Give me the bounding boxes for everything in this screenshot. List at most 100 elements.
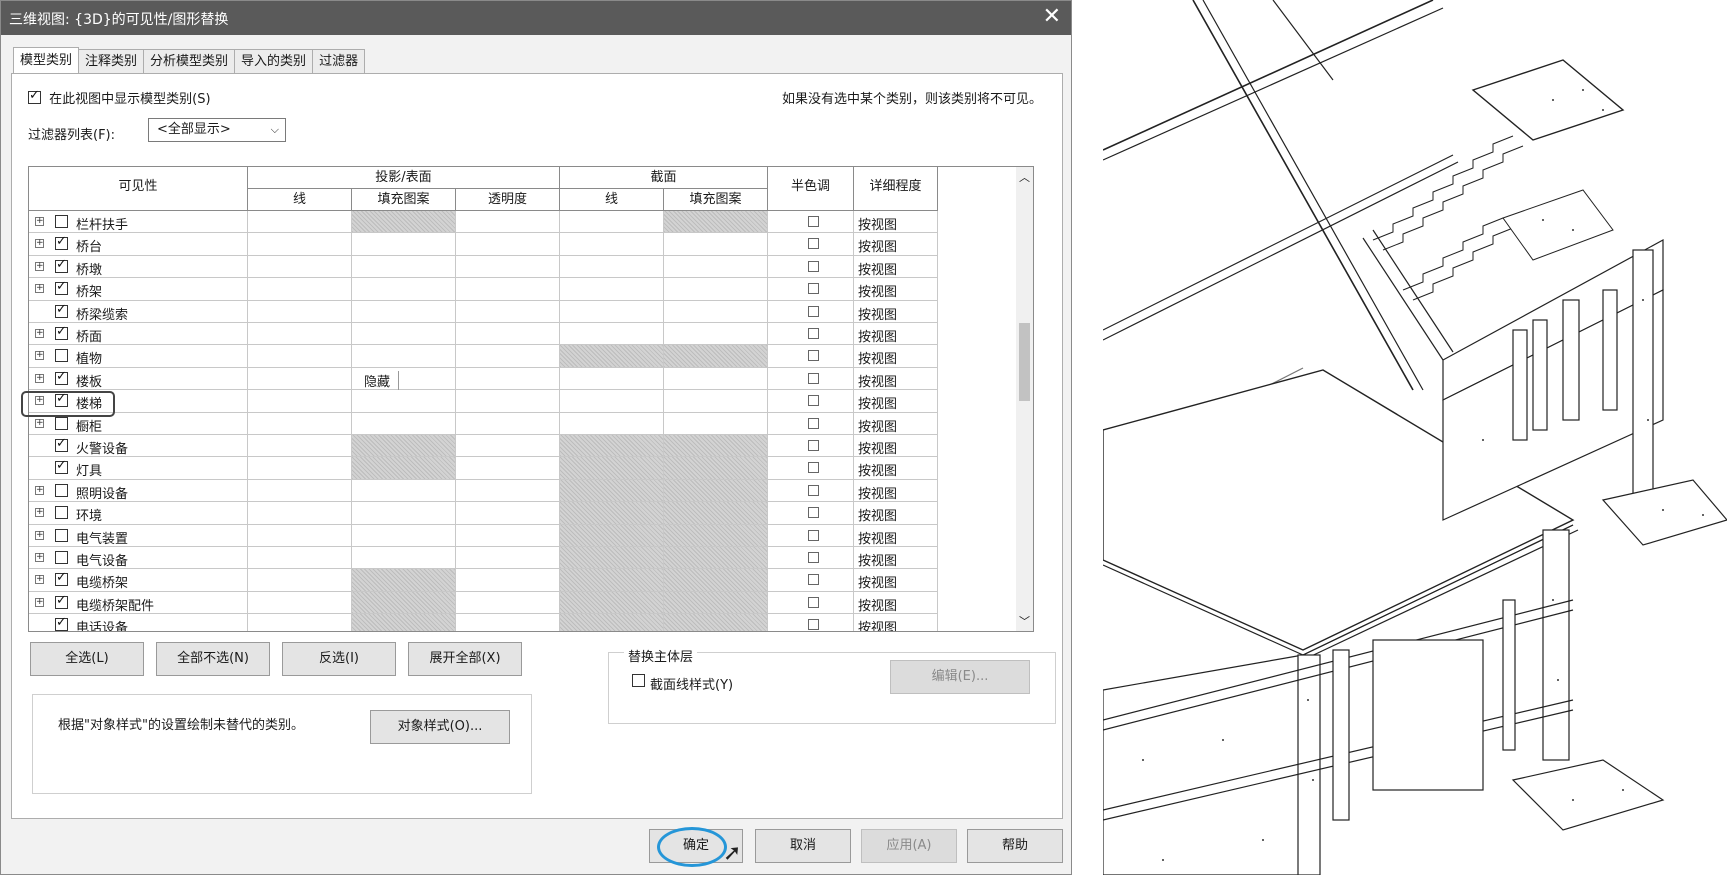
grid-cell-pl[interactable]	[248, 614, 352, 631]
grid-cell-pl[interactable]	[248, 233, 352, 256]
halftone-checkbox[interactable]	[808, 305, 819, 317]
grid-cell-pf[interactable]	[352, 457, 456, 480]
grid-cell-tr[interactable]	[456, 255, 560, 279]
visibility-cell[interactable]: + 电气装置	[29, 524, 248, 547]
grid-cell-half[interactable]	[768, 524, 854, 547]
grid-cell-pf[interactable]	[352, 502, 456, 525]
visibility-cell[interactable]: + 照明设备	[29, 479, 248, 503]
grid-cell-half[interactable]	[768, 569, 854, 592]
halftone-checkbox[interactable]	[808, 328, 819, 339]
grid-cell-sf[interactable]	[664, 524, 768, 547]
table-row[interactable]: + 桥台 按视图	[29, 233, 1031, 256]
tab-analytical-model-categories[interactable]: 分析模型类别	[143, 49, 236, 73]
grid-cell-pl[interactable]	[248, 211, 352, 234]
grid-cell-pl[interactable]	[248, 435, 352, 458]
halftone-checkbox[interactable]	[808, 552, 819, 563]
grid-cell-tr[interactable]	[456, 435, 560, 458]
grid-cell-pf[interactable]	[352, 278, 456, 301]
object-styles-button[interactable]: 对象样式(O)...	[370, 710, 510, 744]
table-row[interactable]: 灯具 按视图	[29, 457, 1031, 480]
grid-cell-sl[interactable]	[560, 211, 664, 234]
halftone-checkbox[interactable]	[808, 507, 819, 519]
grid-cell-pl[interactable]	[248, 547, 352, 570]
grid-cell-sf[interactable]	[664, 345, 768, 368]
grid-cell-pl[interactable]	[248, 390, 352, 413]
grid-cell-pl[interactable]	[248, 524, 352, 547]
visibility-cell[interactable]: + 楼板	[29, 367, 248, 391]
visibility-cell[interactable]: 火警设备	[29, 435, 248, 458]
table-row[interactable]: +楼梯按视图	[29, 390, 1031, 413]
category-checkbox[interactable]	[55, 349, 68, 363]
table-row[interactable]: + 电气装置 按视图	[29, 524, 1031, 547]
grid-cell-detail[interactable]: 按视图	[854, 345, 938, 368]
grid-cell-tr[interactable]	[456, 390, 560, 413]
grid-cell-half[interactable]	[768, 255, 854, 279]
grid-cell-detail[interactable]: 按视图	[854, 367, 938, 391]
grid-cell-tr[interactable]	[456, 300, 560, 323]
halftone-checkbox[interactable]	[808, 440, 819, 451]
grid-cell-half[interactable]	[768, 457, 854, 480]
visibility-cell[interactable]: + 桥面	[29, 323, 248, 346]
expand-icon[interactable]: +	[35, 485, 44, 495]
grid-cell-pf[interactable]	[352, 591, 456, 615]
expand-icon[interactable]: +	[35, 575, 44, 585]
grid-cell-pl[interactable]	[248, 591, 352, 615]
grid-cell-tr[interactable]	[456, 569, 560, 592]
category-checkbox[interactable]	[55, 593, 68, 609]
expand-icon[interactable]: +	[35, 261, 44, 271]
category-checkbox[interactable]	[55, 551, 68, 564]
grid-cell-pf[interactable]	[352, 255, 456, 279]
grid-cell-detail[interactable]: 按视图	[854, 233, 938, 256]
grid-cell-tr[interactable]	[456, 211, 560, 234]
category-checkbox[interactable]	[55, 615, 68, 631]
table-row[interactable]: + 电气设备 按视图	[29, 547, 1031, 570]
category-checkbox[interactable]	[55, 483, 68, 497]
grid-cell-pf[interactable]	[352, 435, 456, 458]
expand-icon[interactable]: +	[35, 284, 44, 294]
visibility-cell[interactable]: 桥梁缆索	[29, 300, 248, 323]
grid-cell-tr[interactable]	[456, 547, 560, 570]
halftone-checkbox[interactable]	[808, 216, 819, 227]
table-row[interactable]: 电话设备 按视图	[29, 614, 1031, 631]
expand-icon[interactable]: +	[35, 597, 44, 607]
visibility-cell[interactable]: + 电气设备	[29, 547, 248, 570]
grid-cell-half[interactable]	[768, 390, 854, 413]
section-line-style-checkbox[interactable]	[632, 674, 645, 687]
grid-cell-half[interactable]	[768, 547, 854, 570]
table-row[interactable]: + 桥面 按视图	[29, 323, 1031, 346]
grid-cell-sf[interactable]	[664, 367, 768, 391]
category-checkbox[interactable]	[55, 369, 68, 385]
grid-cell-half[interactable]	[768, 591, 854, 615]
grid-cell-detail[interactable]: 按视图	[854, 300, 938, 323]
grid-cell-pf[interactable]	[352, 524, 456, 547]
grid-cell-sl[interactable]	[560, 569, 664, 592]
grid-cell-detail[interactable]: 按视图	[854, 524, 938, 547]
table-row[interactable]: + 电缆桥架配件 按视图	[29, 591, 1031, 615]
halftone-checkbox[interactable]	[808, 574, 819, 586]
tab-filters[interactable]: 过滤器	[312, 49, 366, 73]
category-checkbox[interactable]	[55, 234, 68, 251]
expand-icon[interactable]: +	[35, 217, 44, 226]
visibility-cell[interactable]: + 栏杆扶手	[29, 211, 248, 234]
grid-cell-half[interactable]	[768, 300, 854, 323]
grid-cell-sl[interactable]	[560, 591, 664, 615]
scroll-up-icon[interactable]: ︿	[1019, 169, 1030, 185]
grid-cell-sf[interactable]	[664, 390, 768, 413]
category-checkbox[interactable]	[55, 257, 68, 273]
grid-cell-half[interactable]	[768, 345, 854, 368]
grid-cell-pl[interactable]	[248, 367, 352, 391]
grid-cell-pl[interactable]	[248, 278, 352, 301]
grid-cell-half[interactable]	[768, 367, 854, 391]
halftone-checkbox[interactable]	[808, 529, 819, 541]
table-row[interactable]: + 楼板 隐藏 按视图	[29, 367, 1031, 391]
grid-cell-sl[interactable]	[560, 233, 664, 256]
grid-cell-sf[interactable]	[664, 614, 768, 631]
grid-cell-half[interactable]	[768, 211, 854, 234]
cancel-button[interactable]: 取消	[755, 829, 851, 863]
expand-icon[interactable]: +	[35, 239, 44, 249]
grid-cell-detail[interactable]: 按视图	[854, 569, 938, 592]
grid-cell-tr[interactable]	[456, 323, 560, 346]
edit-button[interactable]: 编辑(E)...	[890, 660, 1030, 694]
grid-cell-pf[interactable]	[352, 569, 456, 592]
grid-cell-tr[interactable]	[456, 367, 560, 391]
